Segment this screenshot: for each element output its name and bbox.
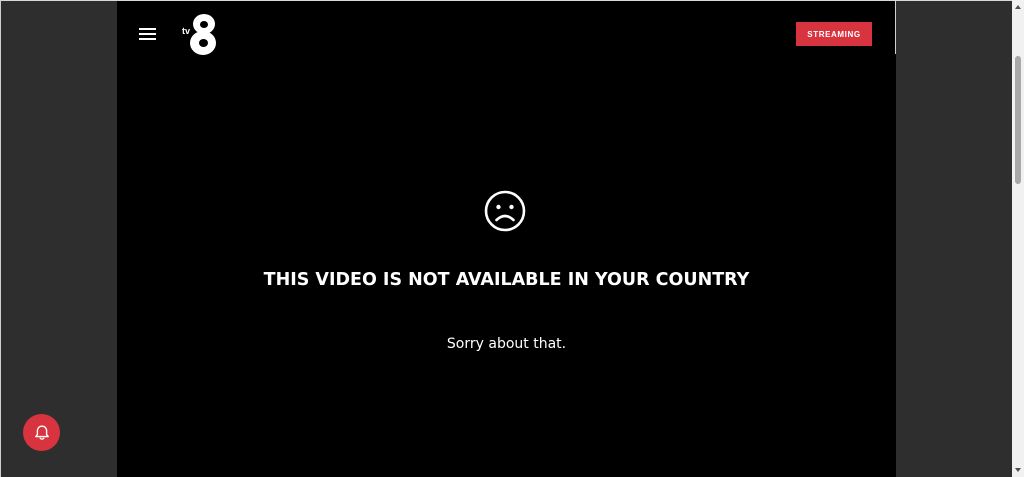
tv8-logo[interactable]: tv xyxy=(180,12,220,56)
scroll-down-arrow-icon[interactable] xyxy=(1012,463,1024,477)
tv8-logo-sub: tv xyxy=(182,26,190,36)
bell-icon xyxy=(34,425,49,440)
window-left-border xyxy=(0,0,1,477)
unavailable-title: THIS VIDEO IS NOT AVAILABLE IN YOUR COUN… xyxy=(263,270,750,290)
sad-face-icon xyxy=(483,189,527,233)
hamburger-menu-icon[interactable] xyxy=(139,27,157,41)
scroll-up-arrow-icon[interactable] xyxy=(1012,0,1024,14)
main-content: tv STREAMING THIS VIDEO IS NOT AVAILABLE… xyxy=(117,1,896,477)
header-divider xyxy=(895,1,896,54)
page: tv STREAMING THIS VIDEO IS NOT AVAILABLE… xyxy=(0,0,1024,477)
unavailable-subtitle: Sorry about that. xyxy=(446,336,567,352)
tv8-logo-mark: tv xyxy=(182,14,216,55)
site-header: tv STREAMING xyxy=(117,1,896,67)
notification-bell-button[interactable] xyxy=(23,414,60,451)
vertical-scrollbar[interactable] xyxy=(1012,0,1024,477)
streaming-button[interactable]: STREAMING xyxy=(796,22,872,46)
scrollbar-thumb[interactable] xyxy=(1015,56,1021,184)
streaming-button-label: STREAMING xyxy=(807,29,861,39)
